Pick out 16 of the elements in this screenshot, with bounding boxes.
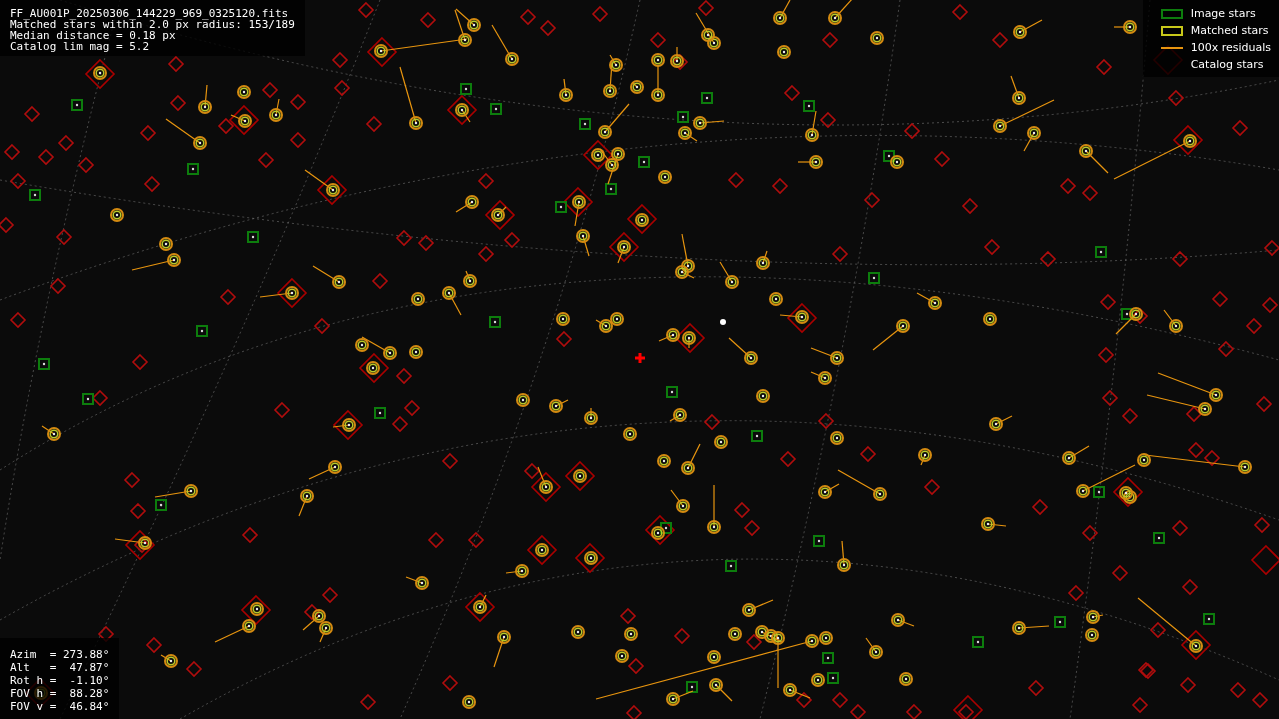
info-line: Matched stars within 2.0 px radius: 153/189 (10, 19, 295, 30)
info-line: Catalog lim mag = 5.2 (10, 41, 151, 52)
pointing-line: FOV v = 46.84° (10, 700, 110, 713)
legend-label: Catalog stars (1190, 56, 1264, 73)
legend-label: Image stars (1190, 5, 1256, 22)
info-line: FF_AU001P_20250306_144229_969_0325120.fits (10, 8, 290, 19)
pointing-line: Alt = 47.87° (10, 661, 110, 674)
legend-label: 100x residuals (1190, 39, 1271, 56)
pointing-line: Rot h = -1.10° (10, 674, 110, 687)
legend-line-symbol (1160, 47, 1183, 49)
legend-matched-symbol (1160, 26, 1183, 36)
pointing-line: FOV h = 88.28° (10, 687, 110, 700)
info-line: Median distance = 0.18 px (10, 30, 176, 41)
pointing-line: Azim = 273.88° (10, 648, 110, 661)
legend-image-symbol (1160, 9, 1183, 19)
legend-label: Matched stars (1190, 22, 1269, 39)
